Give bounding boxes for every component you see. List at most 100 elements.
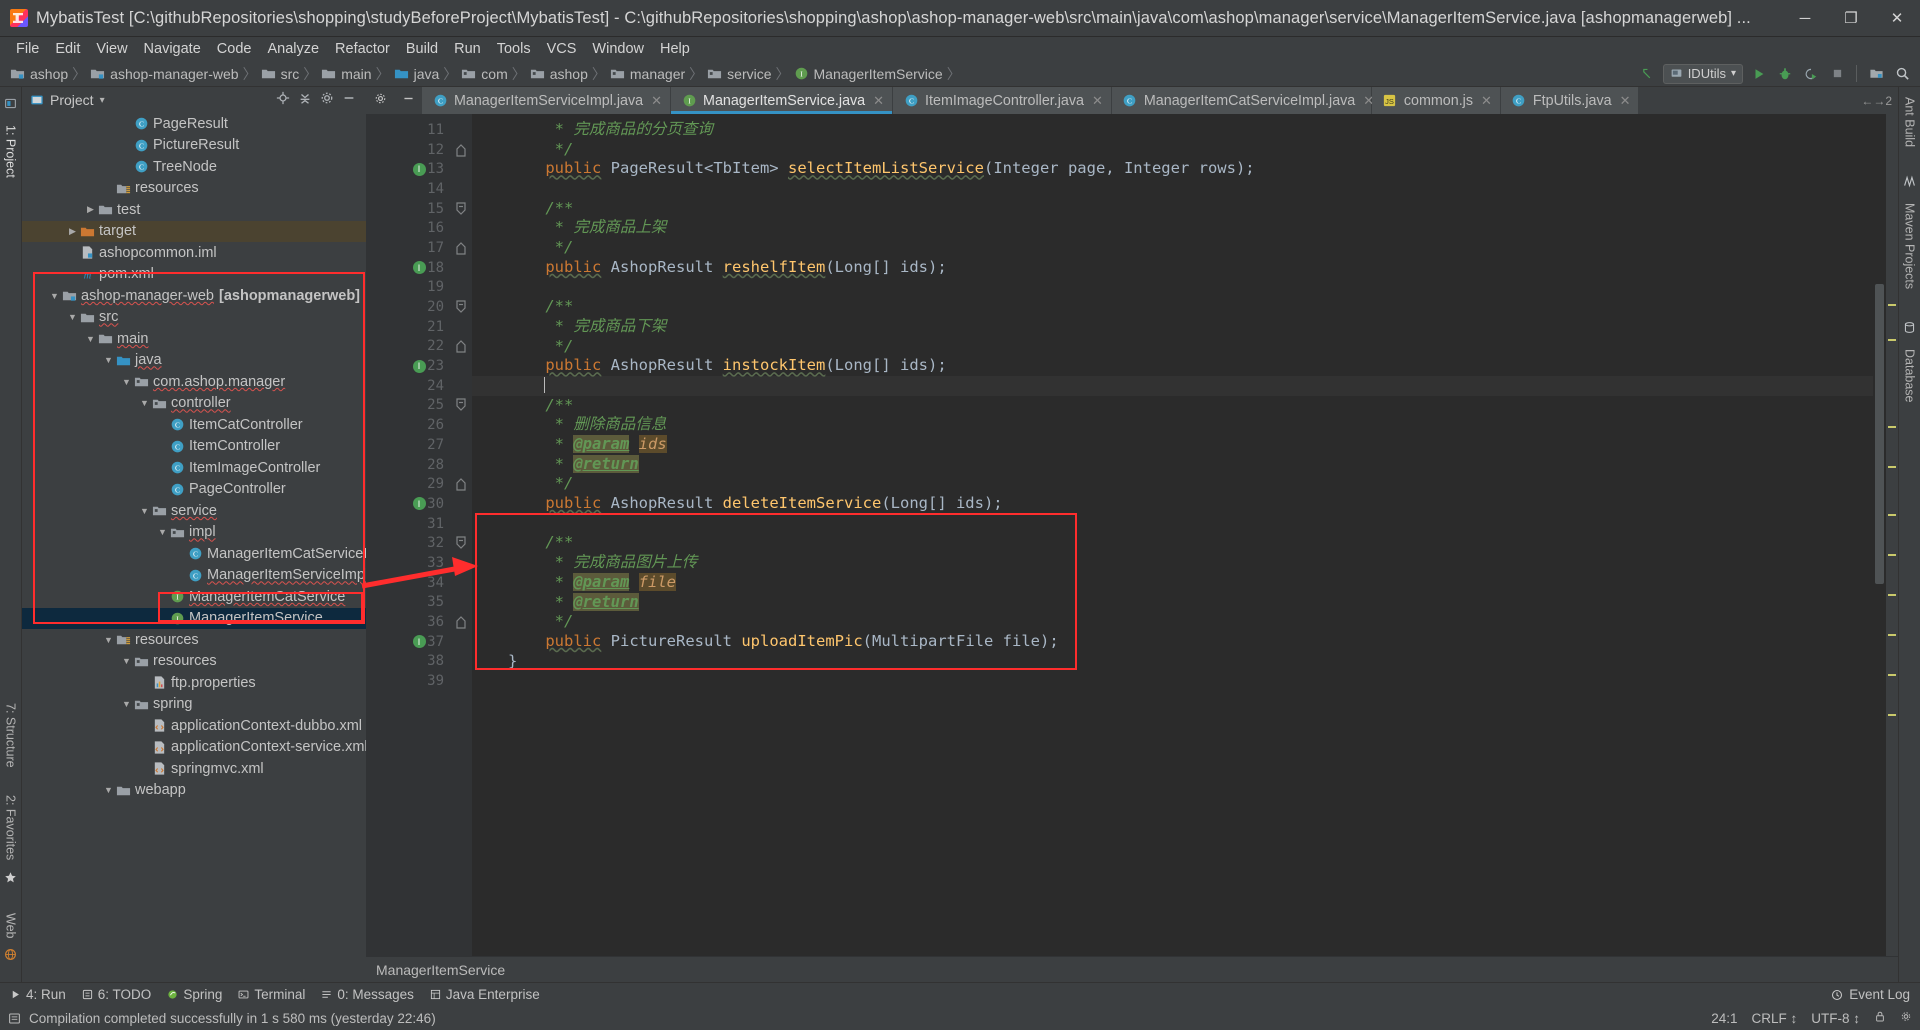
sidebar-tab-ant-build[interactable]: Ant Build [1901, 93, 1919, 151]
gutter-line-14[interactable]: 14 [366, 179, 450, 199]
implemented-method-marker-icon[interactable]: I [410, 635, 428, 649]
tree-item-pictureresult[interactable]: C PictureResult [22, 135, 366, 157]
implemented-method-marker-icon[interactable]: I [410, 359, 428, 373]
expand-arrow-icon[interactable]: ▼ [120, 699, 133, 709]
tool-window-messages[interactable]: 0: Messages [321, 987, 414, 1002]
tool-window-spring[interactable]: Spring [167, 987, 222, 1002]
tree-item-webapp[interactable]: ▼ webapp [22, 780, 366, 802]
code-line-24[interactable] [472, 375, 1873, 396]
encoding-indicator[interactable]: UTF-8 ↕ [1811, 1011, 1860, 1026]
gutter-line-15[interactable]: 15 [366, 199, 450, 219]
code-line-37[interactable]: public PictureResult uploadItemPic(Multi… [472, 632, 1873, 652]
expand-arrow-icon[interactable]: ▼ [102, 355, 115, 365]
code-line-21[interactable]: * 完成商品下架 [472, 317, 1873, 337]
gutter-line-31[interactable]: 31 [366, 514, 450, 534]
gutter-line-13[interactable]: 13 I [366, 159, 450, 179]
gutter-line-38[interactable]: 38 [366, 652, 450, 672]
code-line-31[interactable] [472, 514, 1873, 534]
sidebar-tab-maven-projects[interactable]: Maven Projects [1901, 199, 1919, 293]
code-line-35[interactable]: * @return [472, 592, 1873, 613]
fold-marker-fold-end[interactable] [450, 474, 472, 494]
code-line-29[interactable]: */ [472, 474, 1873, 494]
code-line-13[interactable]: public PageResult<TbItem> selectItemList… [472, 159, 1873, 179]
sidebar-tab-web[interactable]: Web [2, 909, 20, 942]
tree-item-itemimagecontroller[interactable]: C ItemImageController [22, 457, 366, 479]
tree-item-itemcontroller[interactable]: C ItemController [22, 436, 366, 458]
code-line-28[interactable]: * @return [472, 454, 1873, 475]
code-line-15[interactable]: /** [472, 199, 1873, 219]
run-configuration-selector[interactable]: IDUtils ▾ [1662, 63, 1743, 84]
close-tab-icon[interactable]: ✕ [1620, 93, 1631, 109]
breadcrumb-src[interactable]: src [261, 66, 302, 82]
hide-panel-icon[interactable] [342, 91, 356, 110]
code-folding-gutter[interactable] [450, 114, 472, 956]
code-line-14[interactable] [472, 179, 1873, 199]
project-structure-icon[interactable] [1866, 64, 1886, 84]
sidebar-tab-structure[interactable]: 7: Structure [2, 699, 20, 772]
tree-item-impl[interactable]: ▼ impl [22, 522, 366, 544]
expand-arrow-icon[interactable]: ▼ [48, 291, 61, 301]
line-number-gutter[interactable]: 11 12 13 I 14 15 16 17 18 I 19 20 21 22 23 I 24 25 26 27 28 2… [366, 114, 450, 956]
editor-tab-common-js[interactable]: JS common.js ✕ [1371, 87, 1501, 114]
expand-arrow-icon[interactable]: ▼ [102, 635, 115, 645]
gutter-line-37[interactable]: 37 I [366, 632, 450, 652]
menu-build[interactable]: Build [398, 40, 446, 58]
source-code-text[interactable]: * 完成商品的分页查询 */ public PageResult<TbItem>… [472, 114, 1873, 956]
menu-help[interactable]: Help [652, 40, 698, 58]
breadcrumb-main[interactable]: main [321, 66, 373, 82]
tree-item-src[interactable]: ▼ src [22, 307, 366, 329]
code-line-12[interactable]: */ [472, 140, 1873, 160]
collapse-all-icon[interactable] [298, 91, 312, 110]
editor-vertical-scrollbar[interactable] [1873, 114, 1886, 956]
tool-window-todo[interactable]: 6: TODO [82, 987, 151, 1002]
fold-marker-fold-end[interactable] [450, 612, 472, 632]
scrollbar-thumb[interactable] [1875, 284, 1884, 584]
tool-window-java-enterprise[interactable]: Java Enterprise [430, 987, 540, 1002]
tree-item-springmvc-xml[interactable]: springmvc.xml [22, 758, 366, 780]
editor-tab-manageritemserviceimpl-java[interactable]: C ManagerItemServiceImpl.java ✕ [422, 87, 672, 114]
editor-marker-rail[interactable] [1886, 114, 1898, 956]
sidebar-tab-project[interactable]: 1: Project [2, 121, 20, 182]
code-line-34[interactable]: * @param file [472, 572, 1873, 593]
tool-window-run[interactable]: 4: Run [10, 987, 66, 1002]
tree-item-resources[interactable]: resources [22, 178, 366, 200]
close-tab-icon[interactable]: ✕ [1481, 93, 1492, 109]
breadcrumb-service[interactable]: service [707, 66, 773, 82]
back-arrow-icon[interactable] [1637, 64, 1657, 84]
gutter-line-18[interactable]: 18 I [366, 258, 450, 278]
menu-navigate[interactable]: Navigate [136, 40, 209, 58]
gutter-line-17[interactable]: 17 [366, 238, 450, 258]
breadcrumb-ashop[interactable]: ashop [10, 66, 70, 82]
run-icon[interactable] [1749, 64, 1769, 84]
fold-marker-fold-end[interactable] [450, 337, 472, 357]
fold-marker-fold-start[interactable] [450, 297, 472, 317]
gutter-line-39[interactable]: 39 [366, 671, 450, 691]
gear-icon[interactable] [1900, 1010, 1912, 1026]
locate-icon[interactable] [276, 91, 290, 110]
code-line-38[interactable]: } [472, 652, 1873, 672]
menu-window[interactable]: Window [584, 40, 652, 58]
tree-item-service[interactable]: ▼ service [22, 500, 366, 522]
breadcrumb-ashop[interactable]: ashop [530, 66, 590, 82]
tree-item-applicationcontext-dubbo-xml[interactable]: applicationContext-dubbo.xml [22, 715, 366, 737]
tree-item-java[interactable]: ▼ java [22, 350, 366, 372]
close-button[interactable]: ✕ [1874, 0, 1920, 37]
menu-analyze[interactable]: Analyze [259, 40, 327, 58]
breadcrumb-java[interactable]: java [394, 66, 442, 82]
expand-arrow-icon[interactable]: ▼ [120, 377, 133, 387]
event-log-button[interactable]: Event Log [1831, 987, 1910, 1002]
tree-item-manageritemservice[interactable]: I ManagerItemService [22, 607, 366, 629]
code-line-26[interactable]: * 删除商品信息 [472, 415, 1873, 435]
menu-tools[interactable]: Tools [489, 40, 539, 58]
tree-item-applicationcontext-service-xml[interactable]: applicationContext-service.xml [22, 737, 366, 759]
tree-item-manageritemserviceimpl[interactable]: C ManagerItemServiceImpl [22, 565, 366, 587]
search-everywhere-icon[interactable] [1892, 64, 1912, 84]
expand-arrow-icon[interactable]: ▼ [66, 312, 79, 322]
gutter-line-25[interactable]: 25 [366, 396, 450, 416]
gutter-line-30[interactable]: 30 I [366, 494, 450, 514]
gutter-line-12[interactable]: 12 [366, 140, 450, 160]
tree-item-ashop-manager-web[interactable]: ▼ ashop-manager-web [ashopmanagerweb] [22, 285, 366, 307]
debug-icon[interactable] [1775, 64, 1795, 84]
tree-item-pom-xml[interactable]: m pom.xml [22, 264, 366, 286]
gutter-line-20[interactable]: 20 [366, 297, 450, 317]
